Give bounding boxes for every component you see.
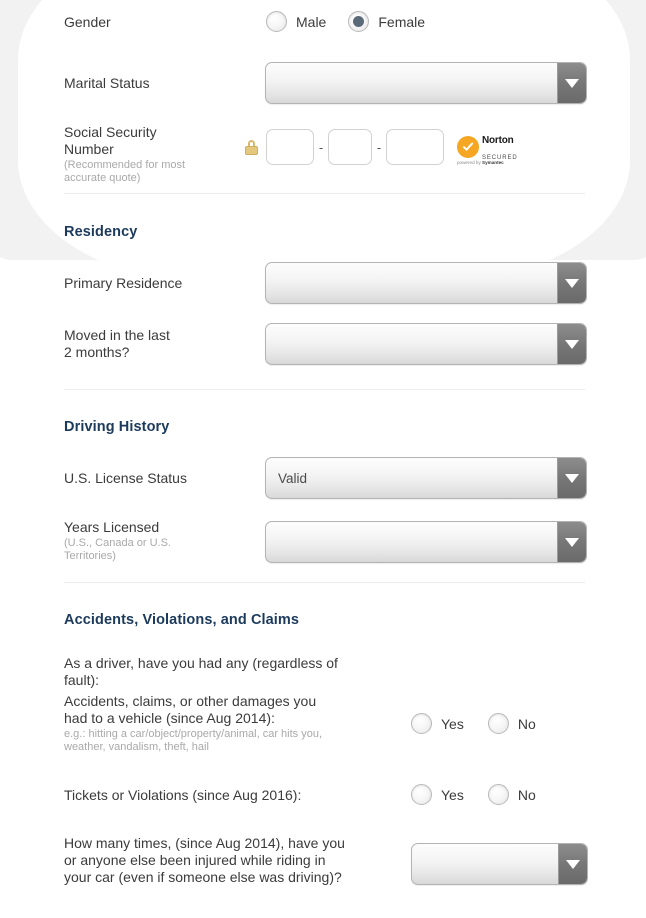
radio-tickets-yes-label: Yes	[441, 786, 464, 803]
tickets-option-yes[interactable]: Yes	[411, 784, 464, 805]
ssn-input-group[interactable]: - -	[245, 129, 444, 165]
radio-accidents-yes-label: Yes	[441, 715, 464, 732]
chevron-down-icon[interactable]	[557, 263, 586, 303]
radio-tickets-no[interactable]	[487, 784, 509, 805]
moved-label: Moved in the last 2 months?	[64, 327, 170, 360]
field-row-gender: Gender	[0, 14, 202, 31]
marital-status-label: Marital Status	[64, 75, 150, 91]
accidents-intro-text: As a driver, have you had any (regardles…	[64, 655, 338, 688]
accidents-question-label: Accidents, claims, or other damages you …	[0, 693, 340, 754]
tickets-question-label: Tickets or Violations (since Aug 2016):	[64, 787, 302, 803]
divider-3	[64, 582, 585, 583]
radio-tickets-no-label: No	[517, 786, 536, 803]
accidents-intro-row: As a driver, have you had any (regardles…	[0, 655, 345, 689]
field-row-license-status: U.S. License Status	[0, 470, 202, 487]
ssn-input-part2[interactable]	[328, 129, 372, 165]
chevron-down-icon[interactable]	[558, 844, 587, 884]
radio-accidents-yes[interactable]	[411, 713, 432, 734]
primary-residence-label: Primary Residence	[64, 275, 183, 291]
radio-female[interactable]	[348, 11, 370, 32]
norton-secured-badge: Norton SECURED powered by Symantec	[457, 130, 525, 165]
license-status-select-value: Valid	[278, 470, 308, 486]
ssn-separator-1: -	[318, 139, 324, 155]
ssn-input-part3[interactable]	[386, 129, 444, 165]
field-row-years-licensed: Years Licensed (U.S., Canada or U.S. Ter…	[0, 519, 180, 563]
license-status-select[interactable]: Valid	[265, 457, 587, 499]
section-heading-residency: Residency	[64, 224, 138, 240]
ssn-separator-2: -	[376, 139, 382, 155]
divider-1	[64, 193, 585, 194]
gender-option-female[interactable]: Female	[348, 11, 425, 32]
years-licensed-hint: (U.S., Canada or U.S. Territories)	[64, 537, 171, 562]
chevron-down-icon[interactable]	[557, 522, 586, 562]
tickets-option-no[interactable]: No	[487, 784, 536, 805]
chevron-down-icon[interactable]	[557, 324, 586, 364]
chevron-down-icon[interactable]	[557, 63, 586, 103]
radio-male[interactable]	[266, 11, 287, 32]
radio-tickets-yes[interactable]	[411, 784, 432, 805]
norton-powered-by: powered by Symantec	[457, 160, 504, 165]
marital-status-select[interactable]	[265, 62, 587, 104]
checkmark-icon	[457, 136, 479, 158]
primary-residence-select[interactable]	[265, 262, 587, 304]
insurance-quote-form-page: Gender Male Female Marital Status Social…	[0, 0, 646, 918]
accidents-option-yes[interactable]: Yes	[411, 713, 464, 734]
accidents-radio-group[interactable]: Yes No	[411, 713, 536, 734]
ssn-hint: (Recommended for most accurate quote)	[64, 159, 186, 184]
radio-male-label: Male	[296, 13, 327, 30]
radio-female-label: Female	[378, 13, 426, 30]
moved-select[interactable]	[265, 323, 587, 365]
field-row-tickets-question: Tickets or Violations (since Aug 2016):	[0, 787, 340, 804]
divider-2	[64, 389, 585, 390]
gender-option-male[interactable]: Male	[266, 11, 326, 32]
field-row-marital-status: Marital Status	[0, 75, 202, 92]
radio-accidents-no-label: No	[517, 715, 536, 732]
license-status-label: U.S. License Status	[64, 470, 187, 486]
field-row-accidents-question: Accidents, claims, or other damages you …	[0, 693, 340, 754]
field-row-injured-question: How many times, (since Aug 2014), have y…	[0, 835, 345, 886]
ssn-label: Social Security Number (Recommended for …	[0, 124, 202, 185]
chevron-down-icon[interactable]	[557, 458, 586, 498]
field-row-ssn: Social Security Number (Recommended for …	[0, 124, 202, 185]
accidents-question-hint: e.g.: hitting a car/object/property/anim…	[64, 728, 323, 753]
accidents-option-no[interactable]: No	[487, 713, 536, 734]
norton-badge-text: Norton SECURED	[482, 131, 518, 163]
checkmark-glyph	[462, 142, 474, 151]
injured-question-label: How many times, (since Aug 2014), have y…	[64, 835, 345, 885]
gender-label: Gender	[64, 14, 111, 30]
tickets-radio-group[interactable]: Yes No	[411, 784, 536, 805]
gender-radio-group[interactable]: Male Female	[266, 11, 425, 32]
norton-brand: Norton	[482, 135, 514, 146]
field-row-primary-residence: Primary Residence	[0, 275, 202, 292]
years-licensed-label: Years Licensed (U.S., Canada or U.S. Ter…	[0, 519, 180, 563]
ssn-input-part1[interactable]	[266, 129, 314, 165]
injured-count-select[interactable]	[411, 843, 588, 885]
field-row-moved: Moved in the last 2 months?	[0, 327, 180, 361]
radio-accidents-no[interactable]	[487, 713, 509, 734]
years-licensed-select[interactable]	[265, 521, 587, 563]
lock-icon	[245, 139, 258, 155]
section-heading-driving-history: Driving History	[64, 419, 170, 435]
section-heading-accidents: Accidents, Violations, and Claims	[64, 612, 300, 628]
